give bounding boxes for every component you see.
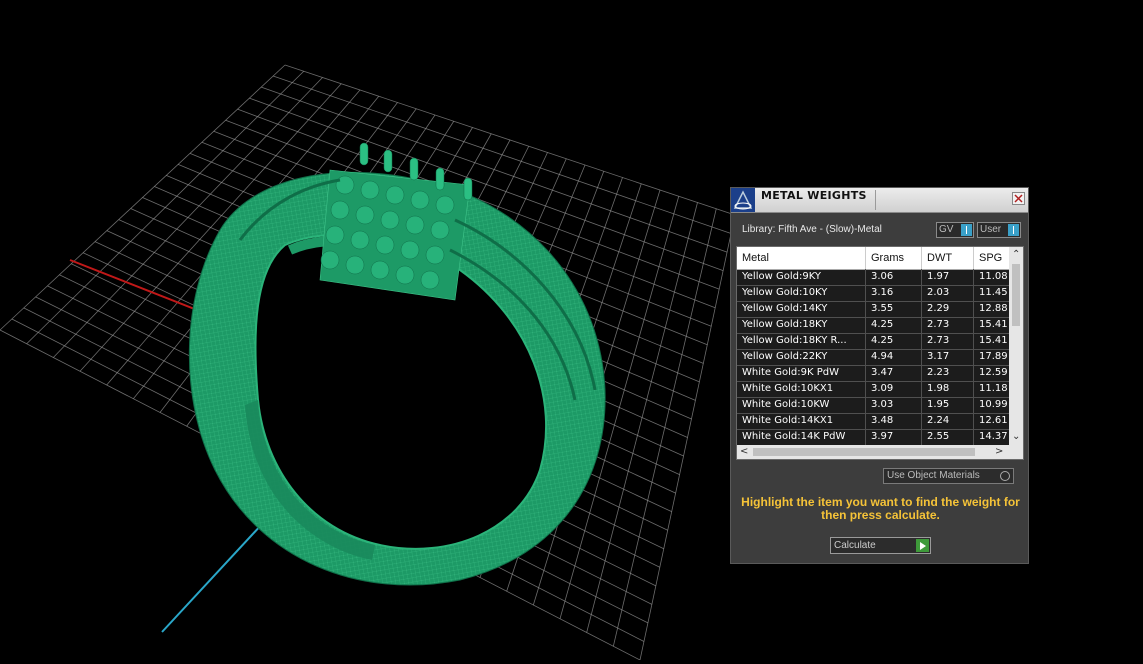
spg-cell: 15.41 bbox=[979, 335, 1008, 346]
gv-dropdown[interactable]: GV bbox=[936, 222, 974, 238]
dwt-cell: 1.97 bbox=[927, 271, 950, 282]
column-header-spg[interactable]: SPG bbox=[979, 252, 1002, 264]
spg-cell: 11.18 bbox=[979, 383, 1008, 394]
metal-weights-panel: METAL WEIGHTS Library: Fifth Ave - (Slow… bbox=[730, 187, 1029, 564]
table-row[interactable]: White Gold:14KX1 3.48 2.24 12.61 bbox=[737, 414, 1009, 430]
table-header: Metal Grams DWT SPG bbox=[737, 247, 1009, 270]
table-row[interactable]: White Gold:10KX1 3.09 1.98 11.18 bbox=[737, 382, 1009, 398]
spg-cell: 11.45 bbox=[979, 287, 1008, 298]
metal-cell: Yellow Gold:14KY bbox=[742, 303, 828, 314]
spg-cell: 12.59 bbox=[979, 367, 1008, 378]
table-row[interactable]: Yellow Gold:10KY 3.16 2.03 11.45 bbox=[737, 286, 1009, 302]
dwt-cell: 2.03 bbox=[927, 287, 950, 298]
vertical-scrollbar[interactable]: ⌃ ⌄ bbox=[1009, 247, 1023, 445]
grams-cell: 3.47 bbox=[871, 367, 894, 378]
metal-cell: Yellow Gold:10KY bbox=[742, 287, 828, 298]
library-label: Library: Fifth Ave - (Slow)-Metal bbox=[742, 224, 882, 235]
dwt-cell: 2.73 bbox=[927, 335, 950, 346]
scroll-up-icon[interactable]: ⌃ bbox=[1012, 250, 1020, 260]
dwt-cell: 2.73 bbox=[927, 319, 950, 330]
scroll-down-icon[interactable]: ⌄ bbox=[1012, 432, 1020, 442]
grams-cell: 3.48 bbox=[871, 415, 894, 426]
metal-cell: White Gold:9K PdW bbox=[742, 367, 839, 378]
vertical-scroll-thumb[interactable] bbox=[1012, 264, 1020, 326]
column-header-grams[interactable]: Grams bbox=[871, 252, 904, 264]
spg-cell: 12.61 bbox=[979, 415, 1008, 426]
metal-cell: Yellow Gold:18KY R... bbox=[742, 335, 847, 346]
column-header-dwt[interactable]: DWT bbox=[927, 252, 952, 264]
use-object-materials-label: Use Object Materials bbox=[887, 470, 980, 481]
spg-cell: 12.88 bbox=[979, 303, 1008, 314]
app-logo-icon bbox=[731, 188, 755, 212]
spg-cell: 15.41 bbox=[979, 319, 1008, 330]
instruction-text: Highlight the item you want to find the … bbox=[741, 495, 1020, 522]
calculate-label: Calculate bbox=[834, 540, 876, 551]
horizontal-scrollbar[interactable]: < > bbox=[737, 445, 1023, 459]
spg-cell: 14.37 bbox=[979, 431, 1008, 442]
use-object-materials-option[interactable]: Use Object Materials bbox=[883, 468, 1014, 484]
ring-model[interactable] bbox=[188, 142, 606, 586]
metal-cell: White Gold:14KX1 bbox=[742, 415, 834, 426]
grams-cell: 3.09 bbox=[871, 383, 894, 394]
horizontal-scroll-thumb[interactable] bbox=[753, 448, 975, 456]
grams-cell: 4.25 bbox=[871, 335, 894, 346]
metal-cell: White Gold:14K PdW bbox=[742, 431, 846, 442]
dwt-cell: 3.17 bbox=[927, 351, 950, 362]
spg-cell: 11.08 bbox=[979, 271, 1008, 282]
column-header-metal[interactable]: Metal bbox=[742, 252, 769, 264]
table-row[interactable]: Yellow Gold:9KY 3.06 1.97 11.08 bbox=[737, 270, 1009, 286]
metal-cell: White Gold:10KW bbox=[742, 399, 830, 410]
table-row[interactable]: Yellow Gold:18KY R... 4.25 2.73 15.41 bbox=[737, 334, 1009, 350]
play-icon bbox=[916, 539, 929, 552]
table-row[interactable]: White Gold:10KW 3.03 1.95 10.99 bbox=[737, 398, 1009, 414]
grams-cell: 3.06 bbox=[871, 271, 894, 282]
dwt-cell: 2.24 bbox=[927, 415, 950, 426]
table-body: Yellow Gold:9KY 3.06 1.97 11.08 Yellow Gold… bbox=[737, 270, 1009, 446]
close-button[interactable] bbox=[1012, 192, 1025, 205]
radio-icon[interactable] bbox=[1000, 471, 1010, 481]
dropdown-arrow-icon bbox=[1008, 224, 1019, 236]
grams-cell: 3.16 bbox=[871, 287, 894, 298]
dwt-cell: 1.98 bbox=[927, 383, 950, 394]
scroll-right-icon[interactable]: > bbox=[995, 447, 1003, 457]
user-dropdown[interactable]: User bbox=[977, 222, 1021, 238]
dwt-cell: 2.23 bbox=[927, 367, 950, 378]
dwt-cell: 2.29 bbox=[927, 303, 950, 314]
table-row[interactable]: Yellow Gold:18KY 4.25 2.73 15.41 bbox=[737, 318, 1009, 334]
spg-cell: 17.89 bbox=[979, 351, 1008, 362]
grams-cell: 3.97 bbox=[871, 431, 894, 442]
user-dropdown-value: User bbox=[980, 224, 1002, 235]
grams-cell: 4.94 bbox=[871, 351, 894, 362]
table-row[interactable]: Yellow Gold:14KY 3.55 2.29 12.88 bbox=[737, 302, 1009, 318]
scroll-left-icon[interactable]: < bbox=[740, 447, 748, 457]
grams-cell: 3.03 bbox=[871, 399, 894, 410]
dwt-cell: 1.95 bbox=[927, 399, 950, 410]
calculate-button[interactable]: Calculate bbox=[830, 537, 931, 554]
metal-cell: Yellow Gold:18KY bbox=[742, 319, 828, 330]
gv-dropdown-value: GV bbox=[939, 224, 954, 235]
table-row[interactable]: White Gold:14K PdW 3.97 2.55 14.37 bbox=[737, 430, 1009, 446]
table-row[interactable]: Yellow Gold:22KY 4.94 3.17 17.89 bbox=[737, 350, 1009, 366]
metal-cell: White Gold:10KX1 bbox=[742, 383, 834, 394]
title-separator bbox=[875, 190, 876, 210]
grams-cell: 3.55 bbox=[871, 303, 894, 314]
dropdown-arrow-icon bbox=[961, 224, 972, 236]
grams-cell: 4.25 bbox=[871, 319, 894, 330]
dwt-cell: 2.55 bbox=[927, 431, 950, 442]
close-icon bbox=[1014, 194, 1023, 203]
spg-cell: 10.99 bbox=[979, 399, 1008, 410]
metal-cell: Yellow Gold:22KY bbox=[742, 351, 828, 362]
metal-cell: Yellow Gold:9KY bbox=[742, 271, 821, 282]
panel-title: METAL WEIGHTS bbox=[761, 189, 867, 202]
grid-line bbox=[639, 214, 736, 661]
panel-titlebar[interactable]: METAL WEIGHTS bbox=[731, 188, 1028, 213]
table-row[interactable]: White Gold:9K PdW 3.47 2.23 12.59 bbox=[737, 366, 1009, 382]
metal-table[interactable]: Metal Grams DWT SPG Yellow Gold:9KY 3.06 1… bbox=[736, 246, 1024, 460]
